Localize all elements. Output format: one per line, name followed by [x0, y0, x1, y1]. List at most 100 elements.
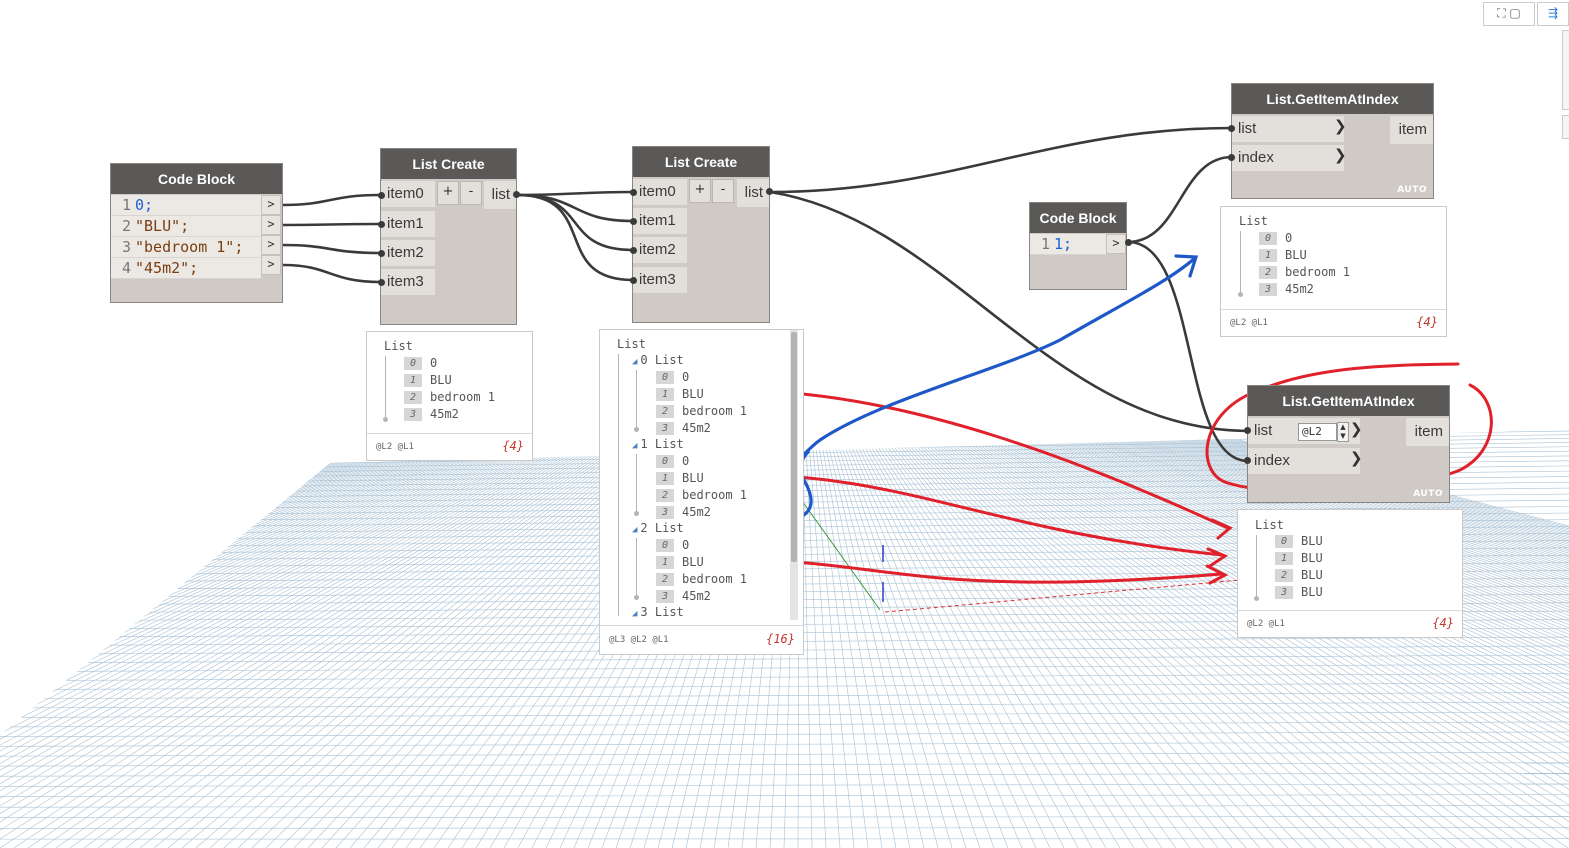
list-item: 00	[404, 355, 437, 372]
list-item: 00	[656, 369, 689, 386]
output-port[interactable]: >	[1106, 234, 1126, 254]
item-count: {4}	[1432, 616, 1454, 630]
port-connector	[1228, 125, 1235, 132]
input-port-item1[interactable]: item1	[381, 211, 435, 237]
input-port-list[interactable]: list	[1232, 116, 1344, 142]
input-port-index[interactable]: index	[1248, 448, 1360, 474]
list-create-node[interactable]: List Create item0 item1 item2 item3 + - …	[381, 149, 516, 324]
camera-icon[interactable]: ⛶ ▢	[1497, 6, 1521, 20]
port-connector	[630, 247, 637, 254]
add-input-button[interactable]: +	[437, 181, 459, 205]
node-title: List Create	[381, 149, 516, 179]
sublist-header[interactable]: ◢ 2 List	[632, 520, 684, 537]
node-title: List.GetItemAtIndex	[1232, 84, 1433, 114]
list-header: List	[1239, 214, 1268, 228]
graph-canvas[interactable]: ⛶ ▢ ⇶ Code Block 1 0; 2 "BLU"; 3 "bedroom 1…	[0, 0, 1569, 848]
output-port-item[interactable]: item	[1406, 418, 1449, 446]
code-editor[interactable]: 1 0; 2 "BLU"; 3 "bedroom 1"; 4 "45m2";	[111, 195, 261, 279]
list-item: 2 bedroom 1	[656, 571, 747, 588]
port-connector	[378, 279, 385, 286]
port-connector	[630, 277, 637, 284]
output-port-item[interactable]: item	[1390, 116, 1433, 144]
list-item: 3 45m2	[656, 420, 711, 437]
layout-icon: ⇶	[1547, 6, 1559, 20]
side-scrollbar-lower[interactable]	[1562, 115, 1569, 139]
output-port-list[interactable]: list	[737, 179, 769, 207]
list-item: 2 bedroom 1	[1259, 264, 1350, 281]
list-levels: @L2 @L1	[1230, 318, 1268, 328]
add-input-button[interactable]: +	[689, 179, 711, 203]
output-port[interactable]: >	[261, 235, 281, 255]
code-line: 4 "45m2";	[111, 258, 261, 279]
list-item: 1 BLU	[656, 470, 704, 487]
level-spinner[interactable]: ▲ ▼	[1337, 422, 1349, 442]
preview-footer: @L2 @L1 {4}	[367, 433, 532, 460]
input-port-item0[interactable]: item0	[633, 179, 687, 205]
sublist-header[interactable]: ◢ 3 List	[632, 604, 684, 621]
list-levels: @L3 @L2 @L1	[609, 635, 669, 645]
node-title: List Create	[633, 147, 769, 177]
output-port[interactable]: >	[261, 255, 281, 275]
view-toggle-toolbar[interactable]: ⛶ ▢	[1483, 2, 1535, 26]
preview-bubble[interactable]: List 00 1 BLU 2 bedroom 1 3 45m2 @L2 @L1 {4…	[1220, 206, 1447, 337]
node-title: Code Block	[1030, 203, 1126, 233]
sublist-header[interactable]: ◢ 1 List	[632, 436, 684, 453]
output-port[interactable]: >	[261, 195, 281, 215]
preview-scrollbar[interactable]	[790, 330, 798, 620]
list-item: 2 bedroom 1	[656, 403, 747, 420]
list-create-node[interactable]: List Create item0 item1 item2 item3 + - …	[633, 147, 769, 322]
preview-bubble[interactable]: List ◢ 0 List 00 1 BLU 2 bedroom 1 3 45m2 ◢ 1…	[599, 329, 804, 655]
code-block-node[interactable]: Code Block 1 0; 2 "BLU"; 3 "bedroom 1"; 4 "4…	[111, 164, 282, 302]
port-connector	[513, 191, 520, 198]
list-item: 2 bedroom 1	[656, 487, 747, 504]
code-block-node[interactable]: Code Block 1 1; >	[1030, 203, 1126, 289]
code-line: 2 "BLU";	[111, 216, 261, 237]
list-item: 3 BLU	[1275, 584, 1323, 601]
port-connector	[378, 221, 385, 228]
output-port[interactable]: >	[261, 215, 281, 235]
input-port-item3[interactable]: item3	[633, 267, 687, 293]
expand-caret-icon: ◢	[632, 441, 638, 451]
get-item-at-index-node[interactable]: List.GetItemAtIndex list @L2 ▲ ▼ ❯ index …	[1248, 386, 1449, 502]
lacing-indicator: AUTO	[1397, 185, 1427, 195]
preview-footer: @L3 @L2 @L1 {16}	[600, 625, 803, 654]
expand-caret-icon: ◢	[632, 357, 638, 367]
list-levels: @L2 @L1	[1247, 619, 1285, 629]
port-connector	[1244, 427, 1251, 434]
port-connector	[766, 188, 773, 195]
list-header: List	[617, 337, 646, 351]
item-count: {4}	[502, 439, 524, 453]
port-connector	[378, 250, 385, 257]
expand-caret-icon: ◢	[632, 525, 638, 535]
list-item: 1 BLU	[1259, 247, 1307, 264]
list-item: 0 BLU	[1275, 533, 1323, 550]
preview-footer: @L2 @L1 {4}	[1238, 610, 1462, 637]
input-port-item1[interactable]: item1	[633, 208, 687, 234]
list-item: 1 BLU	[1275, 550, 1323, 567]
list-levels: @L2 @L1	[376, 442, 414, 452]
remove-input-button[interactable]: -	[712, 179, 734, 203]
list-item: 00	[656, 537, 689, 554]
remove-input-button[interactable]: -	[460, 181, 482, 205]
input-port-item2[interactable]: item2	[633, 237, 687, 263]
code-line: 3 "bedroom 1";	[111, 237, 261, 258]
sublist-header[interactable]: ◢ 0 List	[632, 352, 684, 369]
input-port-item0[interactable]: item0	[381, 181, 435, 207]
chevron-right-icon: ❯	[1350, 420, 1363, 438]
port-connector	[1228, 154, 1235, 161]
chevron-right-icon: ❯	[1334, 146, 1347, 164]
preview-bubble[interactable]: List 0 BLU 1 BLU 2 BLU 3 BLU @L2 @L1 {4}	[1237, 509, 1463, 638]
code-editor[interactable]: 1 1;	[1030, 234, 1106, 255]
side-scrollbar[interactable]	[1562, 30, 1569, 110]
input-port-item2[interactable]: item2	[381, 240, 435, 266]
get-item-at-index-node[interactable]: List.GetItemAtIndex list ❯ index ❯ item …	[1232, 84, 1433, 198]
preview-bubble[interactable]: List 00 1 BLU 2 bedroom 1 3 45m2 @L2 @L1 {4…	[366, 331, 533, 461]
chevron-right-icon: ❯	[1334, 117, 1347, 135]
output-port-list[interactable]: list	[484, 181, 516, 209]
list-level-selector[interactable]: @L2	[1298, 423, 1337, 441]
layout-button[interactable]: ⇶	[1537, 2, 1569, 26]
input-port-index[interactable]: index	[1232, 145, 1344, 171]
port-connector	[630, 218, 637, 225]
input-port-item3[interactable]: item3	[381, 269, 435, 295]
code-line: 1 1;	[1030, 234, 1106, 255]
